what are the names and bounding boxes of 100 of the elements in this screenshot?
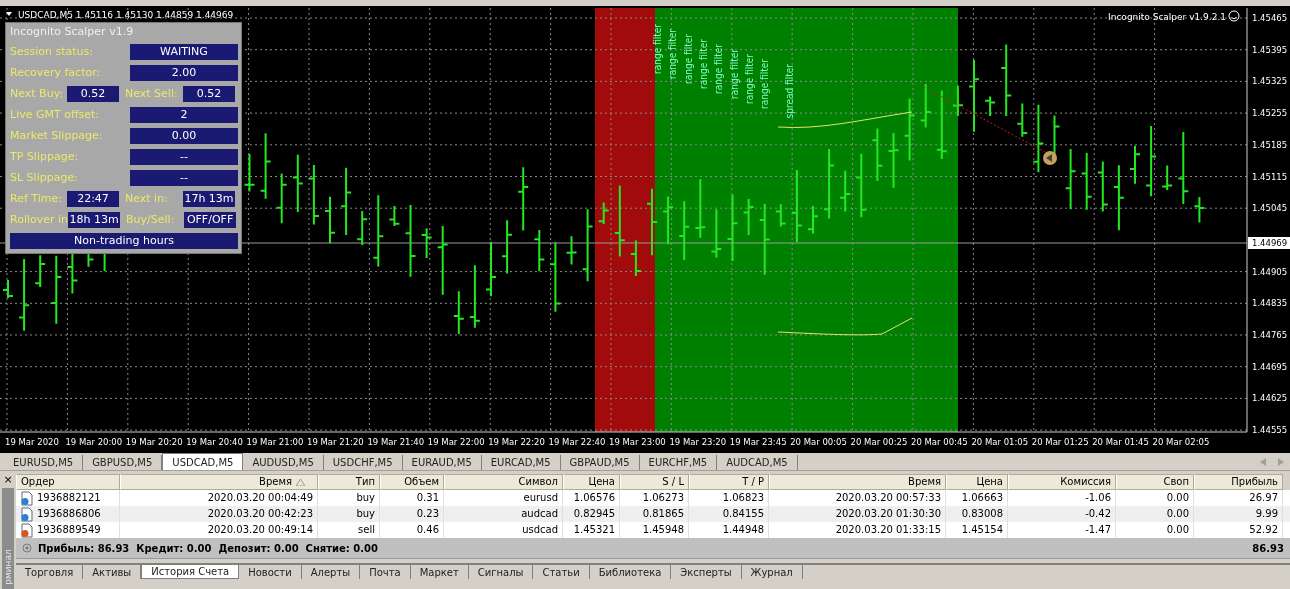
column-header[interactable]: Прибыль	[1194, 474, 1283, 490]
status-banner: Non-trading hours	[10, 232, 238, 249]
column-header[interactable]: Комиссия	[1008, 474, 1116, 490]
price-label: 1.44905	[1252, 266, 1288, 277]
column-header[interactable]: Своп	[1116, 474, 1194, 490]
filter-label: range filter	[682, 34, 694, 84]
column-header[interactable]: Символ	[444, 474, 563, 490]
table-cell-text: 9.99	[1255, 507, 1278, 521]
chart-title: USDCAD,M5 1.45116 1.45130 1.44859 1.44969	[18, 10, 234, 20]
time-label: 19 Mar 21:00	[246, 437, 304, 447]
panel-value: --	[130, 169, 238, 186]
terminal-tab[interactable]: Эксперты	[671, 565, 742, 579]
panel-label: Next in:	[125, 192, 169, 205]
terminal-tab[interactable]: Статьи	[533, 565, 590, 579]
time-label: 19 Mar 22:20	[488, 437, 545, 447]
filter-label: range filter	[759, 59, 771, 109]
indicator-name: Incognito Scalper v1.9.2.1	[1108, 12, 1226, 22]
column-header[interactable]: Цена	[563, 474, 620, 490]
price-label: 1.45115	[1252, 171, 1288, 182]
panel-label: Next Sell:	[125, 87, 179, 100]
terminal-tab[interactable]: Журнал	[741, 565, 803, 579]
time-label: 19 Mar 22:40	[548, 437, 606, 447]
panel-title: Incognito Scalper v1.9	[10, 25, 135, 39]
sort-arrow-icon	[296, 478, 305, 486]
terminal-tab[interactable]: История Счета	[141, 565, 240, 579]
current-price-label: 1.44969	[1252, 238, 1288, 248]
panel-value: 17h 13m	[183, 190, 235, 207]
column-header[interactable]: Время	[120, 474, 318, 490]
table-cell-text: -1.06	[1085, 491, 1111, 505]
scroll-left-icon[interactable]	[1260, 458, 1266, 466]
panel-value: --	[130, 148, 238, 165]
close-button[interactable]: ×	[3, 474, 13, 486]
table-cell-text: sell	[358, 523, 375, 537]
price-label: 1.44625	[1252, 393, 1288, 404]
time-label: 20 Mar 00:45	[911, 437, 968, 447]
time-label: 19 Mar 21:40	[367, 437, 425, 447]
symbol-tab[interactable]: EURCAD,M5	[481, 455, 561, 470]
symbol-tab[interactable]: USDCAD,M5	[162, 453, 244, 470]
panel-label: Market Slippage:	[10, 129, 104, 142]
table-cell-text: 0.81865	[642, 507, 684, 521]
panel-value: 0.00	[130, 127, 238, 144]
table-cell-text: 0.00	[1166, 507, 1189, 521]
column-header[interactable]: Время	[769, 474, 946, 490]
table-cell-text: buy	[356, 491, 375, 505]
time-label: 20 Mar 02:05	[1152, 437, 1210, 447]
price-label: 1.45255	[1252, 108, 1288, 119]
terminal-tab[interactable]: Маркет	[410, 565, 469, 579]
column-header[interactable]: S / L	[620, 474, 689, 490]
price-label: 1.45325	[1252, 76, 1288, 87]
price-label: 1.44835	[1252, 298, 1288, 309]
symbol-tab[interactable]: AUDCAD,M5	[717, 455, 798, 470]
terminal-tab[interactable]: Алерты	[301, 565, 361, 579]
table-cell-text: 1.06273	[642, 491, 684, 505]
price-label: 1.45395	[1252, 44, 1288, 55]
terminal-tab[interactable]: Сигналы	[468, 565, 534, 579]
panel-label: Session status:	[10, 45, 94, 58]
time-label: 19 Mar 20:20	[125, 437, 183, 447]
symbol-tab[interactable]: USDCHF,M5	[323, 455, 403, 470]
table-cell-text: 1.45154	[961, 523, 1003, 537]
time-label: 19 Mar 20:40	[186, 437, 243, 447]
filter-label: range filter	[697, 39, 709, 89]
terminal-tab[interactable]: Новости	[239, 565, 302, 579]
filter-label: range filter	[667, 29, 679, 79]
symbol-tab[interactable]: AUDUSD,M5	[243, 455, 324, 470]
column-header[interactable]: Объем	[380, 474, 444, 490]
table-cell-text: 26.97	[1249, 491, 1278, 505]
panel-label: Buy/Sell:	[126, 213, 176, 226]
filter-label: range filter	[743, 54, 755, 104]
price-label: 1.44555	[1252, 425, 1288, 436]
filter-label: range filter	[713, 44, 725, 94]
time-label: 19 Mar 20:00	[65, 437, 123, 447]
symbol-tab[interactable]: EURCHF,M5	[639, 455, 718, 470]
time-label: 20 Mar 01:45	[1092, 437, 1149, 447]
filter-label: range filter	[728, 49, 740, 99]
terminal-tab[interactable]: Торговля	[16, 565, 84, 579]
scroll-right-icon[interactable]	[1278, 458, 1284, 466]
panel-label: Next Buy:	[10, 87, 65, 100]
column-header[interactable]: Тип	[318, 474, 380, 490]
symbol-tab[interactable]: EURAUD,M5	[402, 455, 482, 470]
column-header[interactable]: Цена	[946, 474, 1008, 490]
table-cell-text: 2020.03.20 00:42:23	[207, 507, 313, 521]
symbol-tab[interactable]: EURUSD,M5	[4, 455, 84, 470]
dropdown-icon[interactable]	[6, 12, 12, 16]
symbol-tab[interactable]: GBPAUD,M5	[560, 455, 640, 470]
summary-total: 86.93	[1252, 542, 1284, 554]
column-header[interactable]: T / P	[689, 474, 769, 490]
time-label: 20 Mar 00:25	[850, 437, 908, 447]
filter-label: range filter	[652, 24, 663, 74]
terminal-sidebar: рминал	[2, 488, 14, 589]
column-header[interactable]: Ордер	[16, 474, 120, 490]
table-cell-text: 52.92	[1249, 523, 1278, 537]
filter-label: spread filter	[784, 64, 796, 119]
table-cell-text: 1.06576	[573, 491, 615, 505]
time-label: 19 Mar 21:20	[307, 437, 364, 447]
table-cell-text: 1.06663	[961, 491, 1003, 505]
table-cell-text: 0.00	[1166, 523, 1189, 537]
terminal-tab[interactable]: Почта	[360, 565, 411, 579]
terminal-tab[interactable]: Библиотека	[589, 565, 672, 579]
time-label: 20 Mar 01:05	[971, 437, 1029, 447]
table-cell-text: buy	[356, 507, 375, 521]
